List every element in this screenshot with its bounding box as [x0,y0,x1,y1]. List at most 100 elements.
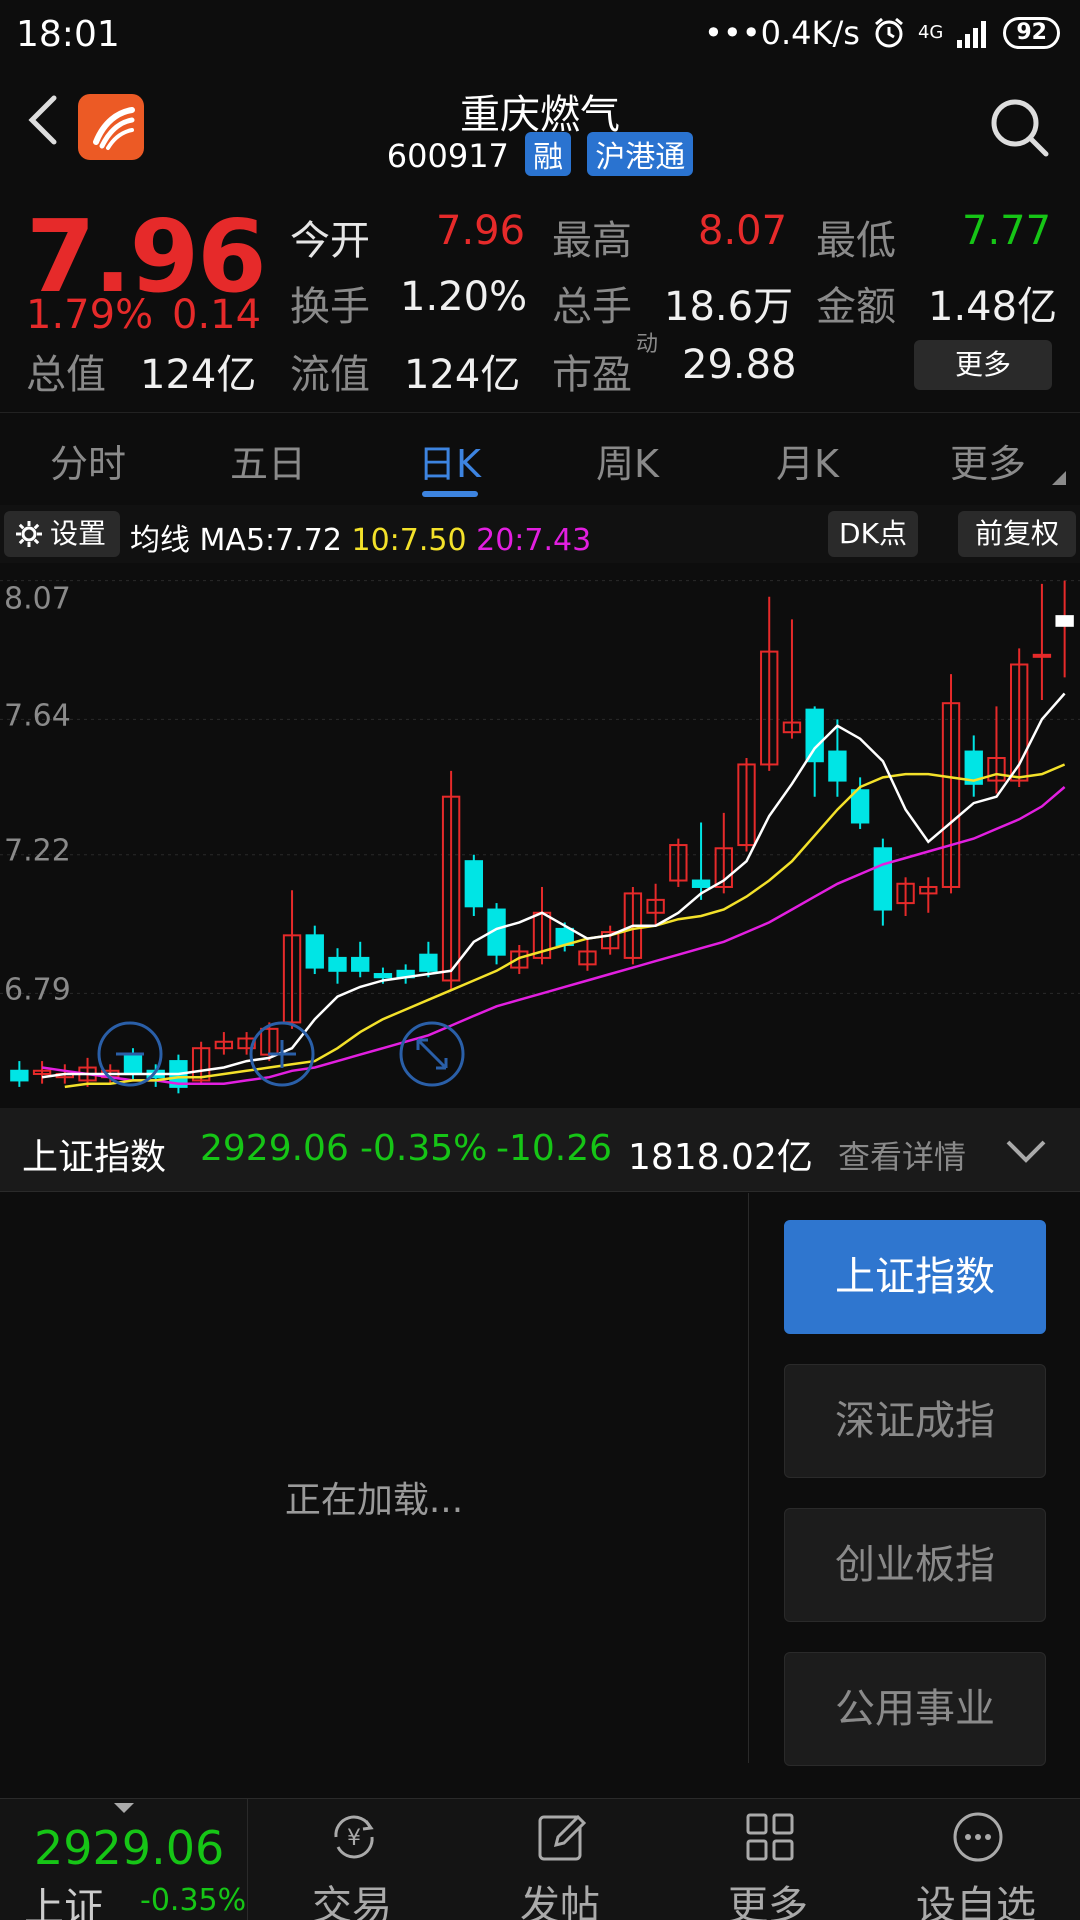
pe-dynamic-mark: 动 [636,332,659,357]
ma-label: 均线 [130,523,190,558]
candle-body [850,789,870,824]
tab-more[interactable]: 更多 [950,433,1026,488]
panel-divider [748,1193,749,1763]
index-change: -10.26 [496,1128,613,1169]
y-tick-label: 6.79 [4,972,71,1007]
index-button-sse[interactable]: 上证指数 [784,1220,1046,1334]
candle-body [691,879,711,888]
zoom-out-icon[interactable] [97,1021,163,1087]
ellipsis-icon [953,1812,1003,1862]
pe-value: 29.88 [682,342,797,388]
candle-body [828,750,847,782]
candle-body [464,860,484,908]
index-button-utilities[interactable]: 公用事业 [784,1652,1046,1766]
signal-type: 4G [917,22,944,43]
tab-daily-k[interactable]: 日K [418,433,481,488]
trade-icon: ¥ [334,1815,374,1859]
floatcap-value: 124亿 [404,352,521,398]
ma-legend-bar: 设置 均线 MA5:7.72 10:7.50 20:7.43 DK点 前复权 [0,505,1080,563]
quote-panel: 7.96 1.79% 0.14 今开 7.96 最高 8.07 最低 7.77 … [0,190,1080,410]
high-value: 8.07 [698,208,788,254]
view-detail-link[interactable]: 查看详情 [838,1132,966,1178]
fullscreen-icon[interactable] [399,1021,465,1087]
edit-icon [538,1814,587,1861]
connect-tag: 沪港通 [587,132,694,176]
ma20-value: 20:7.43 [476,523,592,558]
mini-index-widget[interactable]: 2929.06 上证 -0.35% [0,1799,248,1920]
candle-body [805,708,824,763]
ma5-value: MA5:7.72 [199,523,342,558]
open-value: 7.96 [436,208,526,254]
stock-subtitle: 600917 融 沪港通 [0,132,1080,176]
candle-body [373,973,393,979]
chevron-down-icon[interactable] [1004,1136,1048,1166]
nav-add-watchlist-label: 设自选 [916,1883,1036,1920]
floatcap-label: 流值 [290,352,370,398]
open-label: 今开 [290,218,370,264]
tab-weekly-k[interactable]: 周K [596,433,659,488]
mktcap-label: 总值 [26,352,106,398]
battery-icon: 92 [1003,17,1060,49]
loading-text: 正在加载... [284,1480,464,1521]
network-speed: •••0.4K/s [704,14,860,52]
turnover-value: 1.20% [400,274,528,320]
mini-index-value: 2929.06 [34,1821,225,1875]
volume-label: 总手 [552,284,632,330]
nav-post-label: 发帖 [520,1883,600,1920]
candle-body [10,1069,29,1082]
index-name: 上证指数 [22,1137,167,1178]
index-percent: -0.35% [360,1128,488,1169]
search-icon[interactable] [988,96,1050,158]
expand-strokes [416,1038,448,1070]
amount-value: 1.48亿 [928,284,1058,330]
index-button-szse[interactable]: 深证成指 [784,1364,1046,1478]
gear-icon [16,521,42,547]
chart-period-tabs: 分时 五日 日K 周K 月K 更多 [0,412,1080,504]
high-label: 最高 [552,218,632,264]
kline-chart[interactable]: 8.07 7.64 7.22 6.79 [0,563,1080,1108]
index-panel: 正在加载... 上证指数 深证成指 创业板指 公用事业 [0,1193,1080,1798]
alarm-icon [875,17,903,48]
stock-code: 600917 [386,137,509,175]
status-bar: 18:01 •••0.4K/s 4G 92 [0,0,1080,70]
caret-down-icon [114,1803,134,1813]
signal-icon [957,21,987,48]
y-tick-label: 8.07 [4,582,71,617]
y-tick-label: 7.64 [4,698,71,733]
index-value: 2929.06 [200,1128,349,1169]
volume-value: 18.6万 [664,284,794,330]
tab-intraday[interactable]: 分时 [50,433,126,488]
nav-trade[interactable]: ¥ 交易 [252,1799,452,1920]
status-time: 18:01 [16,14,120,55]
bottom-navigation: 2929.06 上证 -0.35% ¥ 交易 发帖 更多 设自选 [0,1798,1080,1920]
candle-body [419,953,438,972]
change-percent: 1.79% [26,292,154,338]
more-quote-button[interactable]: 更多 [914,340,1052,390]
low-label: 最低 [816,218,896,264]
stock-header: 重庆燃气 600917 融 沪港通 [0,72,1080,182]
index-button-chinext[interactable]: 创业板指 [784,1508,1046,1622]
candle-body [351,956,370,972]
dk-point-button[interactable]: DK点 [828,511,918,557]
pe-label: 市盈 [552,352,632,398]
forward-adjust-button[interactable]: 前复权 [958,511,1076,557]
tab-monthly-k[interactable]: 月K [776,433,839,488]
low-value: 7.77 [962,208,1052,254]
mini-index-percent: -0.35% [140,1883,247,1918]
tab-five-day[interactable]: 五日 [230,433,306,488]
candle-body [873,847,893,911]
nav-more-label: 更多 [728,1883,808,1920]
nav-post[interactable]: 发帖 [460,1799,660,1920]
margin-tag: 融 [525,132,572,176]
turnover-label: 换手 [290,284,370,330]
nav-add-watchlist[interactable]: 设自选 [876,1799,1076,1920]
tab-more-triangle-icon [1052,471,1066,485]
amount-label: 金额 [816,284,896,330]
ma10-value: 10:7.50 [351,523,467,558]
candle-body [123,1053,143,1075]
chart-settings-button[interactable]: 设置 [4,511,120,557]
nav-more[interactable]: 更多 [668,1799,868,1920]
candle-body [328,956,347,972]
index-ticker-bar[interactable]: 上证指数 2929.06 -0.35% -10.26 1818.02亿 查看详情 [0,1108,1080,1192]
settings-label: 设置 [50,517,107,550]
